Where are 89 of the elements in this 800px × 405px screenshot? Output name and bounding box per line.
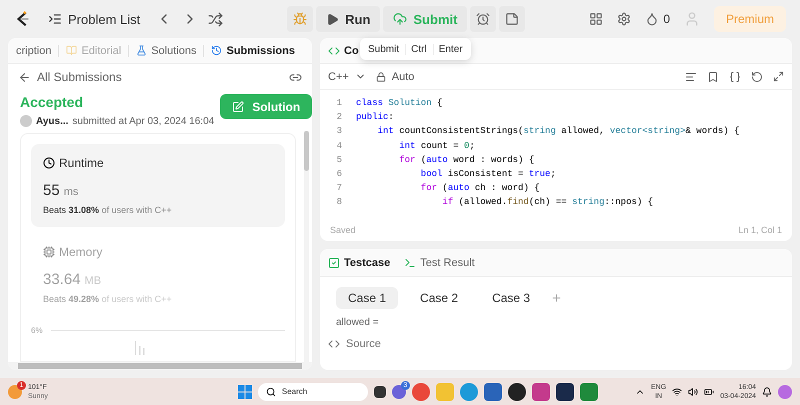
code-line: public: (356, 112, 394, 122)
code-line: for (auto ch : word) { (420, 183, 540, 194)
chip-icon (43, 246, 55, 258)
avatar-icon (20, 115, 32, 127)
stat-title: Memory (59, 245, 102, 259)
panel-tab[interactable]: Solutions (136, 44, 196, 56)
battery-icon[interactable] (704, 386, 714, 396)
panel-tab[interactable]: Testcase (328, 256, 390, 268)
tooltip-label: Submit (368, 44, 400, 54)
lock-icon (376, 72, 386, 82)
code-tab[interactable]: Co (328, 44, 359, 56)
saved-status: Saved (330, 225, 356, 235)
shortcut-key: Enter (432, 44, 463, 54)
line-number: 6 (336, 169, 343, 180)
stat-value: 33.64 (43, 271, 81, 288)
code-line: for (auto word : words) { (398, 154, 534, 165)
book-icon (66, 45, 78, 56)
field-label: allowed = (336, 317, 379, 328)
format-icon[interactable] (685, 70, 697, 82)
line-number: 8 (336, 197, 343, 208)
code-icon (328, 338, 340, 350)
code-line: int count = 0; (398, 140, 475, 151)
code-line: int countConsistentStrings(string allowed, vector<string>& words) { (376, 126, 740, 136)
stat-title: Runtime (59, 156, 104, 170)
list-icon (48, 12, 62, 26)
panel-tab[interactable]: Submissions (211, 44, 295, 56)
case-tab[interactable]: Case 2 (408, 287, 470, 309)
settings-icon[interactable] (617, 12, 632, 26)
panel-tab[interactable]: cription (16, 44, 52, 56)
clock-icon (43, 157, 55, 169)
app-icon[interactable] (556, 382, 574, 400)
code-line: class Solution { (356, 98, 442, 108)
submitted-time: submitted at Apr 03, 2024 16:04 (72, 116, 214, 126)
start-icon[interactable] (238, 384, 252, 398)
scrollbar[interactable] (304, 131, 309, 362)
history-icon (211, 45, 222, 56)
source-link[interactable]: Source (346, 338, 381, 350)
line-number: 4 (336, 140, 343, 151)
timer-button[interactable] (470, 6, 496, 32)
bell-icon[interactable] (762, 386, 772, 396)
reset-icon[interactable] (751, 70, 763, 82)
status-label: Accepted (20, 94, 84, 110)
cursor-position: Ln 1, Col 1 (738, 225, 782, 235)
line-number: 7 (336, 183, 343, 194)
checkbox-icon (328, 256, 340, 268)
problem-list-link[interactable]: Problem List (42, 6, 146, 32)
panel-tab[interactable]: Test Result (404, 256, 475, 268)
shuffle-icon[interactable] (208, 12, 224, 26)
play-icon (326, 12, 340, 26)
braces-icon[interactable] (729, 70, 741, 82)
edit-icon (232, 100, 244, 112)
shortcut-key: Ctrl (405, 44, 427, 54)
alarm-clock-icon (476, 12, 490, 26)
volume-icon[interactable] (688, 386, 698, 396)
case-tab[interactable]: Case 3 (480, 287, 542, 309)
language-select[interactable]: C++ (328, 64, 366, 90)
auto-mode-button[interactable]: Auto (376, 64, 414, 90)
note-icon (505, 12, 520, 26)
back-icon[interactable] (18, 70, 31, 84)
code-line: if (allowed.find(ch) == string::npos) { (441, 197, 654, 208)
horizontal-scrollbar[interactable] (8, 362, 312, 370)
line-number: 1 (336, 98, 343, 108)
flask-icon (136, 45, 148, 56)
stat-value: 55 (43, 182, 60, 199)
cloud-upload-icon (393, 12, 408, 26)
expand-icon[interactable] (773, 71, 784, 82)
stat-card[interactable]: Runtime 55 ms Beats 31.08% of users with C++ (31, 144, 285, 227)
bookmark-icon[interactable] (707, 70, 719, 82)
bug-icon (293, 12, 308, 26)
code-icon (328, 44, 340, 56)
username[interactable]: Ayus... (36, 116, 68, 126)
axis-label: 6% (31, 326, 43, 335)
all-submissions-link[interactable]: All Submissions (37, 70, 122, 84)
wifi-icon[interactable] (672, 386, 682, 396)
search-icon (266, 386, 276, 396)
streak-icon[interactable] (645, 12, 660, 26)
grid-icon[interactable] (589, 12, 604, 26)
line-number: 3 (336, 126, 343, 136)
taskbar-search[interactable]: Search (258, 382, 368, 400)
run-button[interactable]: Run (316, 6, 380, 32)
streak-count: 0 (663, 12, 670, 26)
notes-button[interactable] (499, 6, 526, 32)
beats-text: Beats 31.08% of users with C++ (43, 205, 173, 215)
code-line: bool isConsistent = true; (420, 169, 556, 180)
line-number: 2 (336, 112, 343, 122)
stat-unit: ms (64, 186, 78, 198)
terminal-icon (404, 256, 416, 268)
line-number: 5 (336, 154, 343, 165)
case-tab[interactable]: Case 1 (336, 287, 398, 309)
